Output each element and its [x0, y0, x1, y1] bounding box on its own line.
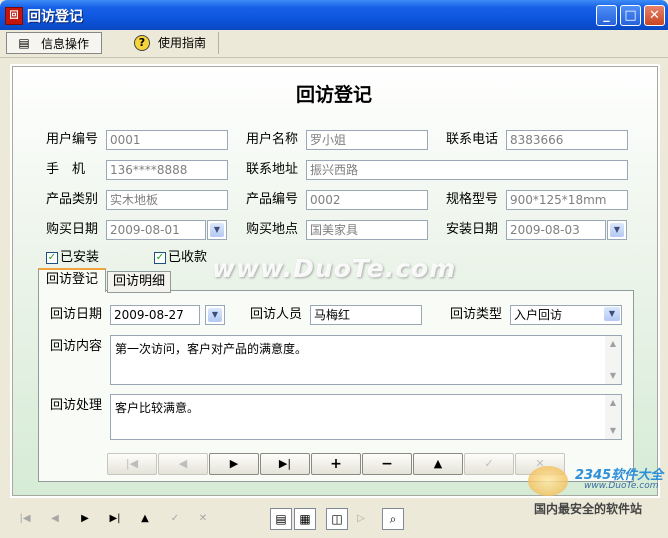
- visit-date-field[interactable]: 2009-08-27: [110, 305, 200, 325]
- plus-icon: +: [330, 456, 342, 472]
- user-no-field[interactable]: 0001: [106, 130, 228, 150]
- first-icon: |◀: [125, 457, 139, 470]
- buy-date-dropdown[interactable]: ▼: [207, 220, 227, 240]
- toolbar-last-icon[interactable]: ▶|: [106, 510, 124, 528]
- chevron-down-icon: ▼: [210, 223, 224, 237]
- first-record-button[interactable]: |◀: [107, 453, 157, 475]
- installed-checkbox[interactable]: ✓: [46, 252, 58, 264]
- mascot-logo: [528, 466, 568, 496]
- scroll-down-icon[interactable]: ▼: [606, 369, 620, 383]
- add-record-button[interactable]: +: [311, 453, 361, 475]
- visit-content-text: 第一次访问，客户对产品的满意度。: [115, 342, 308, 356]
- visit-handling-text: 客户比较满意。: [115, 401, 200, 415]
- spec-label: 规格型号: [446, 192, 499, 207]
- minus-icon: −: [381, 456, 393, 472]
- visit-type-value: 入户回访: [514, 308, 563, 322]
- product-no-field[interactable]: 0002: [306, 190, 428, 210]
- buy-place-field[interactable]: 国美家具: [306, 220, 428, 240]
- scroll-up-icon[interactable]: ▲: [606, 337, 620, 351]
- paid-checkbox[interactable]: ✓: [154, 252, 166, 264]
- spec-field[interactable]: 900*125*18mm: [506, 190, 628, 210]
- watermark: www.DuoTe.com: [212, 254, 457, 283]
- search-icon[interactable]: ⌕: [382, 508, 404, 530]
- chevron-down-icon: ▼: [610, 223, 624, 237]
- next-record-button[interactable]: ▶: [209, 453, 259, 475]
- buy-date-field[interactable]: 2009-08-01: [106, 220, 206, 240]
- menu-separator: [218, 32, 219, 54]
- visit-handling-label: 回访处理: [50, 398, 103, 413]
- close-button[interactable]: ✕: [644, 5, 665, 26]
- buy-place-label: 购买地点: [246, 222, 299, 237]
- user-name-label: 用户名称: [246, 132, 299, 147]
- brand-url: www.DuoTe.com: [584, 481, 659, 491]
- phone-field[interactable]: 8383666: [506, 130, 628, 150]
- brand-slogan: 国内最安全的软件站: [534, 502, 643, 516]
- preview-icon[interactable]: ◫: [326, 508, 348, 530]
- maximize-button[interactable]: □: [620, 5, 641, 26]
- visit-person-label: 回访人员: [250, 307, 303, 322]
- chevron-down-icon: ▼: [208, 308, 222, 322]
- install-date-label: 安装日期: [446, 222, 499, 237]
- list-icon: ▤: [18, 36, 30, 50]
- address-field[interactable]: 振兴西路: [306, 160, 628, 180]
- visit-content-textarea[interactable]: 第一次访问，客户对产品的满意度。 ▲ ▼: [110, 335, 622, 385]
- product-no-label: 产品编号: [246, 192, 299, 207]
- title-bar[interactable]: [0, 0, 668, 30]
- paid-label: 已收款: [168, 250, 208, 265]
- menu-info-operations[interactable]: ▤ 信息操作: [6, 32, 102, 54]
- product-category-label: 产品类别: [46, 192, 99, 207]
- check-icon: ✓: [484, 457, 494, 470]
- visit-type-dropdown[interactable]: ▼: [602, 305, 622, 325]
- scroll-down-icon[interactable]: ▼: [606, 424, 620, 438]
- help-icon: ?: [134, 35, 150, 51]
- toolbar-prev-icon[interactable]: ◀: [46, 510, 64, 528]
- delete-record-button[interactable]: −: [362, 453, 412, 475]
- install-date-field[interactable]: 2009-08-03: [506, 220, 606, 240]
- toolbar-cancel-icon[interactable]: ✕: [194, 510, 212, 528]
- form-title: 回访登记: [295, 84, 372, 106]
- toolbar-save-icon[interactable]: ✓: [166, 510, 184, 528]
- print-icon[interactable]: ▤: [270, 508, 292, 530]
- menu-user-guide[interactable]: ? 使用指南: [124, 32, 216, 54]
- visit-date-dropdown[interactable]: ▼: [205, 305, 225, 325]
- chevron-down-icon: ▼: [604, 307, 620, 321]
- up-triangle-icon: ▲: [433, 457, 443, 470]
- minimize-button[interactable]: _: [596, 5, 617, 26]
- prev-icon: ◀: [178, 457, 188, 470]
- visit-person-field[interactable]: 马梅红: [310, 305, 422, 325]
- buy-date-label: 购买日期: [46, 222, 99, 237]
- edit-record-button[interactable]: ▲: [413, 453, 463, 475]
- installed-label: 已安装: [60, 250, 100, 265]
- play-icon[interactable]: ▷: [352, 510, 370, 528]
- install-date-dropdown[interactable]: ▼: [607, 220, 627, 240]
- window-title: 回访登记: [27, 9, 83, 25]
- last-icon: ▶|: [278, 457, 292, 470]
- toolbar-edit-icon[interactable]: ▲: [136, 510, 154, 528]
- scroll-up-icon[interactable]: ▲: [606, 396, 620, 410]
- mobile-label: 手 机: [46, 162, 86, 177]
- tab-visit-detail[interactable]: 回访明细: [107, 271, 171, 293]
- product-category-field[interactable]: 实木地板: [106, 190, 228, 210]
- handling-scrollbar[interactable]: ▲ ▼: [605, 395, 621, 439]
- visit-type-label: 回访类型: [450, 307, 503, 322]
- save-record-button[interactable]: ✓: [464, 453, 514, 475]
- user-no-label: 用户编号: [46, 132, 99, 147]
- visit-date-label: 回访日期: [50, 307, 103, 322]
- user-name-field[interactable]: 罗小姐: [306, 130, 428, 150]
- visit-content-label: 回访内容: [50, 339, 103, 354]
- toolbar-first-icon[interactable]: |◀: [16, 510, 34, 528]
- print-setup-icon[interactable]: ▦: [294, 508, 316, 530]
- prev-record-button[interactable]: ◀: [158, 453, 208, 475]
- mobile-field[interactable]: 136****8888: [106, 160, 228, 180]
- app-icon: 回: [5, 7, 23, 25]
- last-record-button[interactable]: ▶|: [260, 453, 310, 475]
- tab-visit-register[interactable]: 回访登记: [38, 268, 106, 292]
- content-scrollbar[interactable]: ▲ ▼: [605, 336, 621, 384]
- address-label: 联系地址: [246, 162, 299, 177]
- visit-handling-textarea[interactable]: 客户比较满意。 ▲ ▼: [110, 394, 622, 440]
- phone-label: 联系电话: [446, 132, 499, 147]
- next-icon: ▶: [229, 457, 239, 470]
- toolbar-next-icon[interactable]: ▶: [76, 510, 94, 528]
